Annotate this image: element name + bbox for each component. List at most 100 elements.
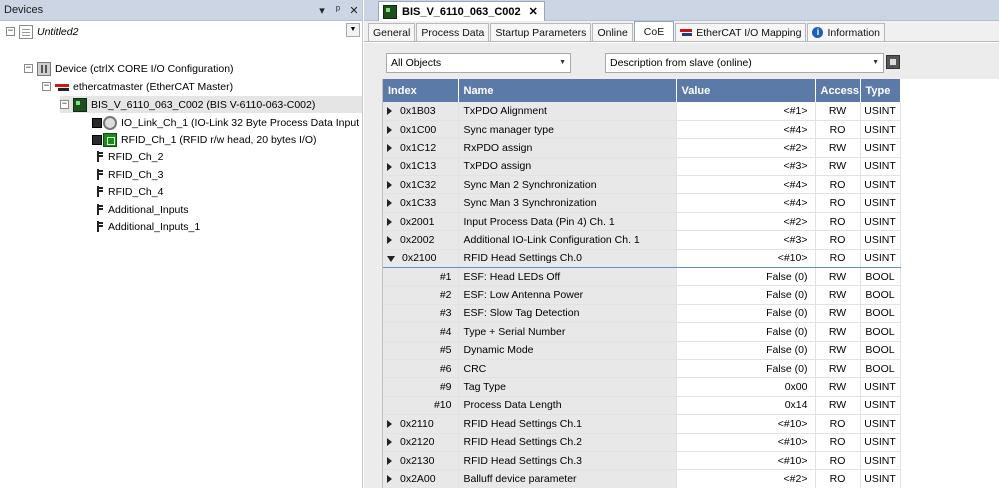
cell-index-text: #3 [439,307,452,320]
table-row[interactable]: 0x2001 Input Process Data (Pin 4) Ch. 1 <#… [383,212,901,232]
tab-process-data[interactable]: Process Data [416,23,490,41]
tab-label: EtherCAT I/O Mapping [696,26,802,39]
table-row[interactable]: #4 Type + Serial Number False (0) RW BOOL [383,322,901,342]
expand-arrow-icon[interactable] [387,456,392,465]
cell-type: USINT [860,212,901,232]
expand-arrow-icon[interactable] [387,217,392,226]
table-row[interactable]: 0x2002 Additional IO-Link Configuration C… [383,230,901,250]
cell-value: <#4> [676,175,816,195]
table-row[interactable]: #10 Process Data Length 0x14 RW USINT [383,396,901,416]
tab-ethercat-io-mapping[interactable]: EtherCAT I/O Mapping [675,23,807,41]
tab-coe[interactable]: CoE [633,21,675,41]
cell-access-text: RW [828,307,847,320]
tree-node-ethercat-master[interactable]: − ethercatmaster (EtherCAT Master) [42,78,233,95]
tab-general[interactable]: General [368,23,416,41]
tree-node-module[interactable]: − BIS_V_6110_063_C002 (BIS V-6110-063-C0… [60,96,362,113]
cell-name: RFID Head Settings Ch.2 [458,433,677,452]
table-row[interactable]: 0x1C00 Sync manager type <#4> RO USINT [383,120,901,140]
cell-name-text: Process Data Length [463,399,562,412]
collapse-icon[interactable]: − [60,100,69,109]
cell-value-text: <#4> [783,197,808,210]
cell-type-text: BOOL [865,307,895,320]
cell-access-text: RW [828,160,847,173]
document-tab[interactable]: BIS_V_6110_063_C002 ✕ [378,1,545,21]
expand-arrow-icon[interactable] [387,236,392,245]
close-panel-icon[interactable]: ✕ [346,4,362,17]
cell-value: False (0) [676,285,816,305]
tree-node-rfid-ch2[interactable]: RFID_Ch_2 [92,148,163,165]
tree-node-rfid-ch1[interactable]: RFID_Ch_1 (RFID r/w head, 20 bytes I/O) [92,131,316,148]
table-row[interactable]: 0x1C12 RxPDO assign <#2> RW USINT [383,138,901,158]
table-row[interactable]: 0x1C32 Sync Man 2 Synchronization <#4> RO US… [383,175,901,195]
tree-dropdown-icon[interactable]: ▼ [346,23,360,37]
expand-arrow-icon[interactable] [387,162,392,171]
export-icon[interactable] [886,55,900,69]
cell-index-text: 0x2A00 [400,473,436,485]
expand-arrow-icon[interactable] [387,180,392,189]
tree-node-rfid-ch3[interactable]: RFID_Ch_3 [92,166,163,183]
table-row[interactable]: 0x1B03 TxPDO Alignment <#1> RW USINT [383,102,901,121]
cell-access: RW [815,304,861,324]
column-header-type[interactable]: Type [860,79,901,102]
tree-node-rfid-ch4[interactable]: RFID_Ch_4 [92,183,163,200]
tab-startup-parameters[interactable]: Startup Parameters [490,23,592,41]
table-row[interactable]: 0x2130 RFID Head Settings Ch.3 <#10> RO USIN… [383,451,901,471]
collapse-icon[interactable]: − [24,64,33,73]
table-row[interactable]: 0x1C13 TxPDO assign <#3> RW USINT [383,157,901,177]
tree-node-additional-inputs-1[interactable]: Additional_Inputs_1 [92,218,200,235]
cell-access-text: RW [828,325,847,338]
coe-object-table[interactable]: Index Name Value Access Type 0x1B03 TxPDO… [382,79,999,488]
column-header-index[interactable]: Index [383,79,459,102]
collapse-arrow-icon[interactable] [387,255,395,262]
column-header-name[interactable]: Name [458,79,677,102]
column-header-access[interactable]: Access [815,79,861,102]
table-row[interactable]: #2 ESF: Low Antenna Power False (0) RW BOOL [383,285,901,305]
rfid-ch2-label: RFID_Ch_2 [108,150,164,163]
cell-access: RW [815,102,861,121]
expand-arrow-icon[interactable] [387,420,392,429]
object-filter-select[interactable]: All Objects ▼ [386,53,571,73]
panel-menu-icon[interactable]: ▾ [314,4,330,17]
tab-information[interactable]: i Information [807,23,886,41]
cell-access-text: RO [829,233,846,246]
pin-icon[interactable]: ᵖ [330,4,346,16]
expand-arrow-icon[interactable] [387,107,392,116]
cell-index: 0x1C33 [383,193,459,213]
tree-node-io-link-ch1[interactable]: IO_Link_Ch_1 (IO-Link 32 Byte Process Da… [92,114,362,131]
cell-index-text: #1 [439,270,452,283]
cell-type-text: USINT [864,215,896,228]
tree-node-additional-inputs[interactable]: Additional_Inputs [92,201,189,218]
table-row[interactable]: 0x1C33 Sync Man 3 Synchronization <#4> RO US… [383,193,901,213]
cell-access-text: RW [828,381,847,394]
device-tree[interactable]: ▼ − Untitled2 − Device (ctrlX CORE I/O C… [0,21,362,488]
column-header-value[interactable]: Value [676,79,816,102]
expand-arrow-icon[interactable] [387,438,392,447]
tree-node-device[interactable]: − Device (ctrlX CORE I/O Configuration) [24,60,234,77]
tab-online[interactable]: Online [592,23,633,41]
description-source-select[interactable]: Description from slave (online) ▼ [605,53,884,73]
expand-arrow-icon[interactable] [387,144,392,153]
table-row[interactable]: 0x2110 RFID Head Settings Ch.1 <#10> RO USIN… [383,414,901,434]
table-row[interactable]: 0x2100 RFID Head Settings Ch.0 <#10> RO USIN… [383,248,901,269]
slot-icon [92,117,102,128]
cell-type-text: USINT [864,233,896,246]
cell-name: Tag Type [458,377,677,397]
cell-type-text: BOOL [865,289,895,302]
cell-index: #6 [383,359,459,379]
table-row[interactable]: #1 ESF: Head LEDs Off False (0) RW BOOL [383,267,901,287]
table-row[interactable]: #3 ESF: Slow Tag Detection False (0) RW BOOL [383,304,901,324]
cell-name: Sync manager type [458,120,677,140]
table-row[interactable]: #9 Tag Type 0x00 RW USINT [383,377,901,397]
expand-arrow-icon[interactable] [387,199,392,208]
tree-node-project[interactable]: − Untitled2 [6,23,78,40]
cell-index-text: 0x2002 [400,233,435,246]
expand-arrow-icon[interactable] [387,125,392,134]
table-row[interactable]: #5 Dynamic Mode False (0) RW BOOL [383,341,901,360]
table-row[interactable]: #6 CRC False (0) RW BOOL [383,359,901,379]
close-tab-icon[interactable]: ✕ [529,5,538,18]
collapse-icon[interactable]: − [42,82,51,91]
expand-arrow-icon[interactable] [387,475,392,484]
table-row[interactable]: 0x2120 RFID Head Settings Ch.2 <#10> RO USIN… [383,433,901,452]
collapse-icon[interactable]: − [6,27,15,36]
table-row[interactable]: 0x2A00 Balluff device parameter <#2> RO USIN… [383,469,901,488]
